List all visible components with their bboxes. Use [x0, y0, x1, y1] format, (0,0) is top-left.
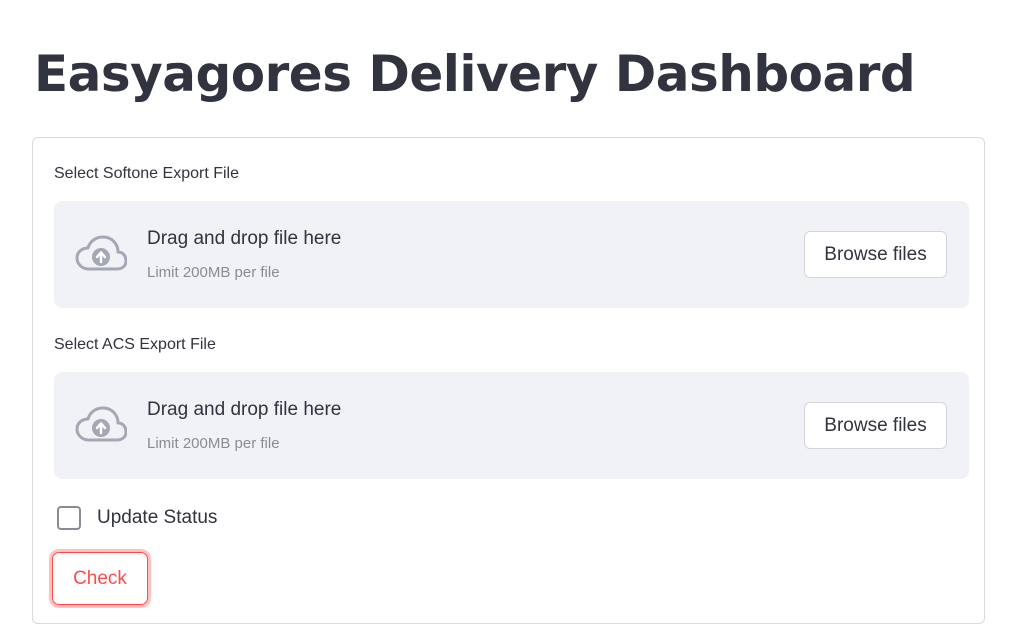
cloud-upload-icon	[75, 406, 127, 442]
page-title: Easyagores Delivery Dashboard	[34, 45, 916, 103]
browse-files-button[interactable]: Browse files	[804, 231, 947, 278]
browse-files-button[interactable]: Browse files	[804, 402, 947, 449]
cloud-upload-icon	[75, 235, 127, 271]
dropzone-instructions: Drag and drop file here	[147, 228, 342, 249]
dropzone-instructions: Drag and drop file here	[147, 399, 342, 420]
softone-file-dropzone[interactable]: Drag and drop file here Limit 200MB per …	[54, 201, 969, 308]
acs-file-label: Select ACS Export File	[54, 336, 216, 353]
update-status-option[interactable]: Update Status	[57, 504, 217, 532]
update-status-label: Update Status	[97, 507, 218, 528]
update-status-checkbox[interactable]	[57, 506, 81, 530]
dropzone-limit: Limit 200MB per file	[147, 264, 280, 281]
softone-file-label: Select Softone Export File	[54, 165, 239, 182]
acs-file-dropzone[interactable]: Drag and drop file here Limit 200MB per …	[54, 372, 969, 479]
check-button[interactable]: Check	[52, 552, 148, 605]
upload-form: Select Softone Export File Drag and drop…	[32, 137, 985, 624]
dropzone-limit: Limit 200MB per file	[147, 435, 280, 452]
